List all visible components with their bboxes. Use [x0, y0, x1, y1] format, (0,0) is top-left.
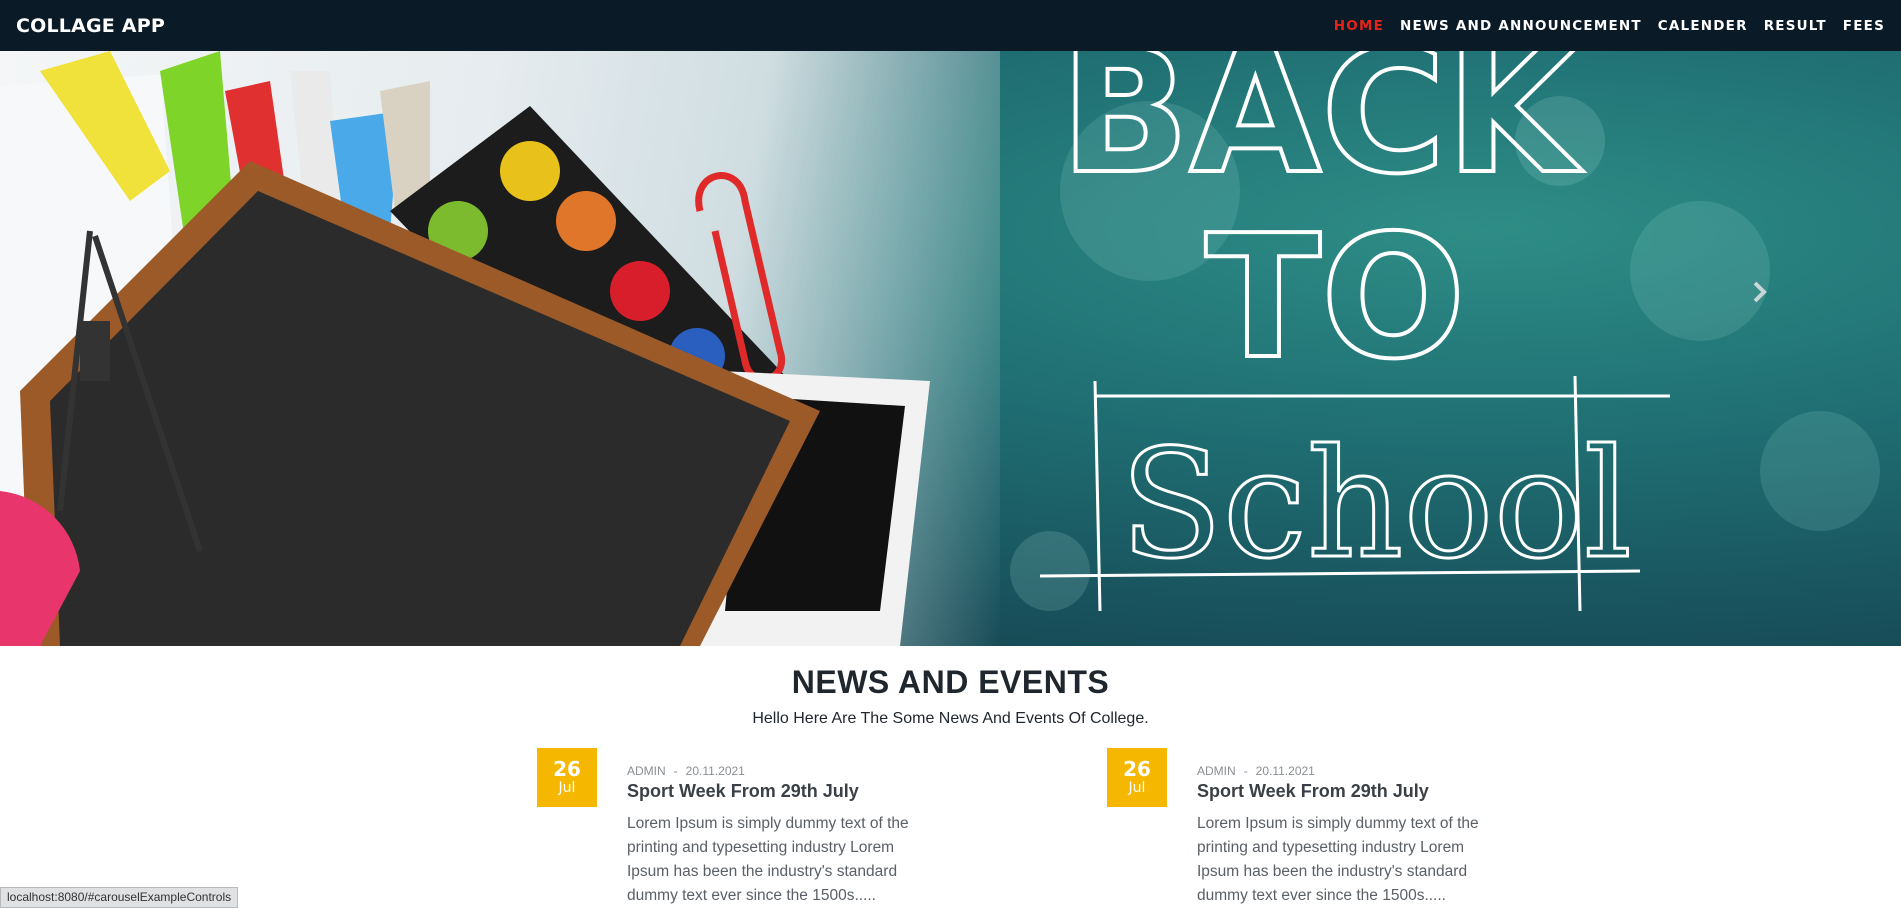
- news-author[interactable]: ADMIN: [627, 764, 666, 778]
- nav-link-calender[interactable]: CALENDER: [1658, 18, 1748, 34]
- chalk-word-back: BACK: [1060, 51, 1583, 212]
- news-body: Lorem Ipsum is simply dummy text of the …: [627, 815, 909, 904]
- nav-links: HOME NEWS AND ANNOUNCEMENT CALENDER RESU…: [1318, 18, 1885, 34]
- news-meta: ADMIN -20.11.2021: [1197, 764, 1315, 778]
- chalk-word-school: School: [1120, 418, 1632, 592]
- nav-link-fees[interactable]: FEES: [1843, 18, 1885, 34]
- section-subtitle: Hello Here Are The Some News And Events …: [752, 710, 1149, 727]
- news-meta: ADMIN -20.11.2021: [627, 764, 745, 778]
- news-date: 20.11.2021: [685, 764, 745, 778]
- news-card: 26 Jul ADMIN -20.11.2021 Sport Week From …: [1107, 748, 1527, 908]
- chalk-lettering: BACK TO School: [1039, 51, 1670, 612]
- news-author[interactable]: ADMIN: [1197, 764, 1236, 778]
- hero-carousel: BACK TO School: [0, 51, 1901, 646]
- date-day: 26: [1123, 757, 1151, 781]
- nav-link-result[interactable]: RESULT: [1764, 18, 1827, 34]
- date-day: 26: [553, 757, 581, 781]
- top-navbar: COLLAGE APP HOME NEWS AND ANNOUNCEMENT C…: [0, 0, 1901, 51]
- chevron-right-icon: [1753, 281, 1767, 303]
- date-badge: 26 Jul: [537, 748, 597, 807]
- brand-logo[interactable]: COLLAGE APP: [16, 15, 165, 37]
- date-month: Jul: [1128, 780, 1146, 796]
- section-title: NEWS AND EVENTS: [791, 664, 1110, 700]
- browser-status-bar: localhost:8080/#carouselExampleControls: [0, 887, 239, 908]
- news-body: Lorem Ipsum is simply dummy text of the …: [1197, 815, 1479, 904]
- date-month: Jul: [558, 780, 576, 796]
- date-badge: 26 Jul: [1107, 748, 1167, 807]
- carousel-next-button[interactable]: [1750, 279, 1790, 319]
- news-title[interactable]: Sport Week From 29th July: [1197, 781, 1429, 802]
- news-card: 26 Jul ADMIN -20.11.2021 Sport Week From …: [537, 748, 957, 908]
- news-title[interactable]: Sport Week From 29th July: [627, 781, 859, 802]
- nav-link-news[interactable]: NEWS AND ANNOUNCEMENT: [1400, 18, 1642, 34]
- chalk-word-to: TO: [1205, 199, 1465, 397]
- nav-link-home[interactable]: HOME: [1334, 18, 1384, 34]
- news-date: 20.11.2021: [1255, 764, 1315, 778]
- hero-illustration: BACK TO School: [0, 51, 1880, 646]
